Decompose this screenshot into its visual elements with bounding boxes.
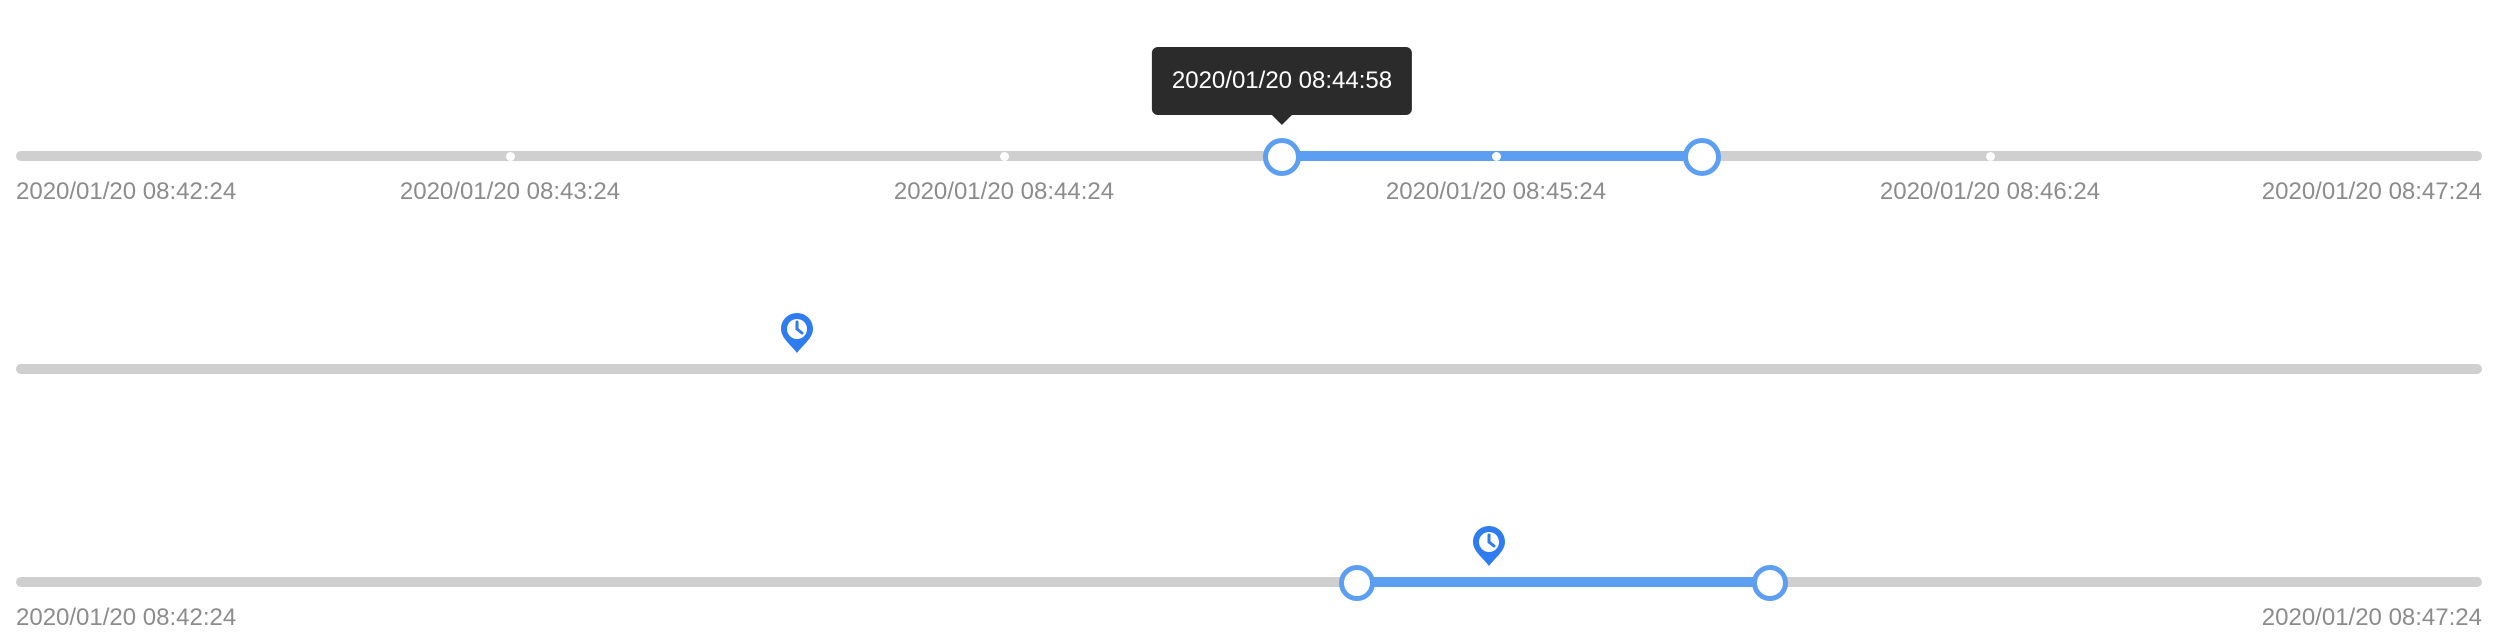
tick-mark [1985,151,1995,161]
slider-track[interactable] [16,577,2482,587]
range-start-handle[interactable] [1339,565,1375,601]
tick-mark [505,151,515,161]
slider-track[interactable] [16,151,2482,161]
tick-label: 2020/01/20 08:45:24 [1385,178,1607,205]
range-end-handle[interactable] [1683,138,1721,176]
range-end-handle[interactable] [1752,565,1788,601]
time-tooltip: 2020/01/20 08:44:58 [1151,47,1413,125]
tick-label: 2020/01/20 08:47:24 [2261,178,2482,205]
time-range-slider-1[interactable]: 2020/01/20 08:44:58 2020/01/20 08:42:24 … [0,47,2498,206]
range-start-handle[interactable] [1263,138,1301,176]
tick-mark [999,151,1009,161]
tick-label: 2020/01/20 08:43:24 [399,178,621,205]
slider-track[interactable] [16,364,2482,374]
clock-pin-icon[interactable] [1471,524,1507,568]
tick-label: 2020/01/20 08:44:24 [893,178,1115,205]
end-time-label: 2020/01/20 08:47:24 [2261,604,2482,631]
selected-range [1357,577,1770,587]
clock-pin-icon[interactable] [779,311,815,355]
tick-mark [1491,151,1501,161]
time-marker-slider-2[interactable] [0,313,2498,419]
tick-label: 2020/01/20 08:46:24 [1879,178,2101,205]
time-range-slider-3[interactable]: 2020/01/20 08:42:24 2020/01/20 08:47:24 [0,526,2498,632]
start-time-label: 2020/01/20 08:42:24 [16,604,237,631]
tick-label: 2020/01/20 08:42:24 [16,178,237,205]
